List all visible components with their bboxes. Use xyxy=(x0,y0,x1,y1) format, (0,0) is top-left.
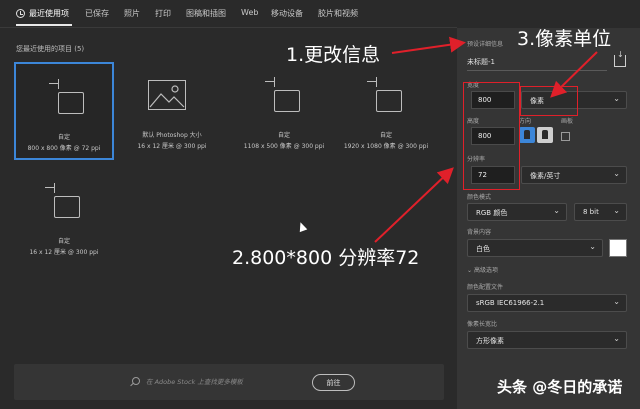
annotation-step3: 3.像素单位 xyxy=(517,28,612,50)
arrow-to-details xyxy=(391,36,466,54)
annotation-step2: 2.800*800 分辨率72 xyxy=(232,247,420,269)
arrow-to-unit xyxy=(550,51,598,98)
annotation-step1: 1.更改信息 xyxy=(286,44,381,66)
watermark: 头条 @冬日的承诺 xyxy=(497,378,623,396)
arrow-to-size xyxy=(374,167,454,243)
